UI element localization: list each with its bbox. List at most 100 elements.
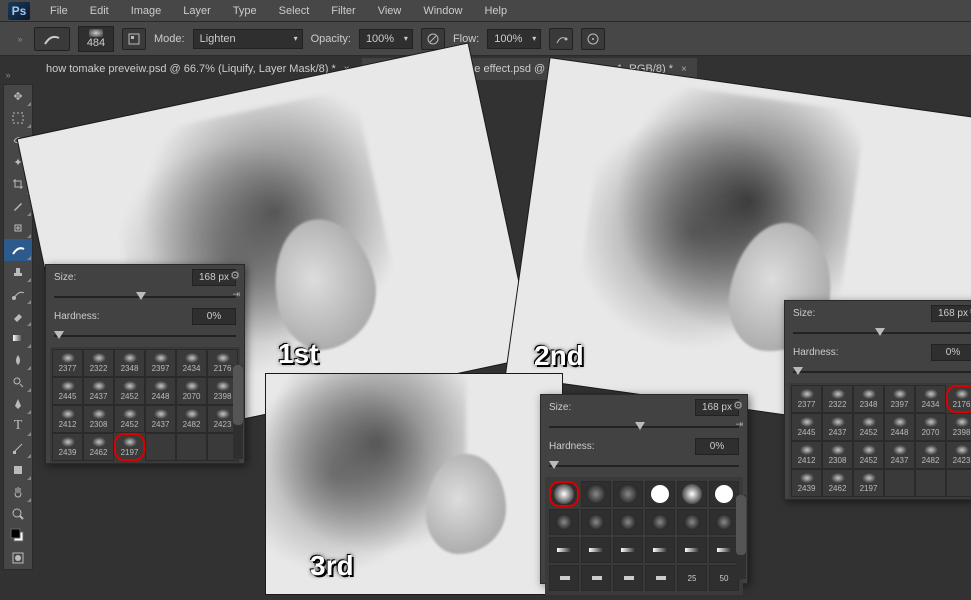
hardness-input[interactable]: 0% [695,438,739,455]
brush-preset-cell[interactable]: 2322 [822,385,853,413]
mode-dropdown[interactable]: Lighten [193,29,303,49]
dodge-tool[interactable] [4,371,32,393]
brush-preset-cell[interactable] [645,481,675,507]
brush-preset-cell[interactable]: 2412 [791,441,822,469]
brush-preset-cell[interactable] [677,509,707,535]
size-input[interactable]: 168 px [931,305,971,322]
brush-preset-cell[interactable]: 2448 [145,377,176,405]
color-swatch[interactable] [4,525,32,547]
opacity-dropdown[interactable]: 100% [359,29,413,49]
brush-preset-cell[interactable]: 2176 [946,385,971,413]
brush-preset-cell[interactable]: 2445 [791,413,822,441]
brush-preset-cell[interactable]: 2445 [52,377,83,405]
brush-preset-cell[interactable] [709,537,739,563]
brush-preset-cell[interactable]: 2482 [915,441,946,469]
size-slider[interactable] [549,420,739,434]
brush-preset-cell[interactable]: 2448 [884,413,915,441]
menu-edit[interactable]: Edit [80,2,119,20]
brush-preset-cell[interactable] [645,537,675,563]
brush-preset-cell[interactable] [549,537,579,563]
brush-preset-cell[interactable]: 2462 [822,469,853,497]
brush-preset-cell[interactable] [145,433,176,461]
healing-tool[interactable] [4,217,32,239]
brush-preset-cell[interactable]: 2197 [853,469,884,497]
brush-preset-cell[interactable]: 2348 [114,349,145,377]
brush-preset-cell[interactable] [709,509,739,535]
brush-preset-cell[interactable]: 2348 [853,385,884,413]
brush-preset-cell[interactable] [613,481,643,507]
menu-file[interactable]: File [40,2,78,20]
brush-preset-cell[interactable] [581,565,611,591]
hardness-slider[interactable] [549,459,739,473]
brush-preset-cell[interactable]: 2308 [83,405,114,433]
scrollbar[interactable] [233,365,243,459]
size-slider[interactable] [54,290,236,304]
brush-preset-cell[interactable]: 2439 [52,433,83,461]
brush-preset-cell[interactable] [677,481,707,507]
brush-preset-cell[interactable]: 2377 [791,385,822,413]
brush-preset-cell[interactable] [176,433,207,461]
brush-preset-cell[interactable]: 2452 [114,405,145,433]
zoom-tool[interactable] [4,503,32,525]
brush-preset-cell[interactable]: 2070 [915,413,946,441]
brush-preset-cell[interactable]: 2322 [83,349,114,377]
brush-preset-cell[interactable] [613,509,643,535]
type-tool[interactable]: T [4,415,32,437]
brush-preset-cell[interactable]: 2412 [52,405,83,433]
brush-preset-cell[interactable] [581,509,611,535]
collapse-icon[interactable]: » [14,24,26,54]
brush-preset-cell[interactable] [645,565,675,591]
brush-preset-cell[interactable] [709,481,739,507]
brush-preset-cell[interactable]: 25 [677,565,707,591]
airbrush-icon[interactable] [549,28,573,50]
menu-filter[interactable]: Filter [321,2,365,20]
gear-icon[interactable]: ⚙ [733,399,743,412]
brush-preset-cell[interactable]: 2482 [176,405,207,433]
brush-preset-cell[interactable]: 2308 [822,441,853,469]
brush-preset-cell[interactable]: 2439 [791,469,822,497]
brush-preset-cell[interactable]: 2377 [52,349,83,377]
brush-preset-cell[interactable]: 2423 [946,441,971,469]
menu-window[interactable]: Window [413,2,472,20]
brush-preset-cell[interactable] [549,509,579,535]
hand-tool[interactable] [4,481,32,503]
hardness-input[interactable]: 0% [192,308,236,325]
brush-preset-cell[interactable] [884,469,915,497]
brush-preset-cell[interactable] [645,509,675,535]
brush-preset-cell[interactable]: 2434 [915,385,946,413]
hardness-input[interactable]: 0% [931,344,971,361]
hardness-slider[interactable] [54,329,236,343]
eraser-tool[interactable] [4,305,32,327]
pressure-size-icon[interactable] [581,28,605,50]
brush-tool[interactable] [4,239,32,261]
brush-preset-picker[interactable]: 484 [78,26,114,52]
move-tool[interactable]: ✥ [4,85,32,107]
brush-preset-cell[interactable] [613,537,643,563]
quickmask-tool[interactable] [4,547,32,569]
eyedropper-tool[interactable] [4,195,32,217]
pen-tool[interactable] [4,393,32,415]
menu-image[interactable]: Image [121,2,172,20]
brush-preset-cell[interactable]: 2452 [853,413,884,441]
brush-preset-cell[interactable] [581,537,611,563]
path-tool[interactable] [4,437,32,459]
brush-preset-cell[interactable] [677,537,707,563]
marquee-tool[interactable] [4,107,32,129]
brush-preset-cell[interactable]: 2434 [176,349,207,377]
hardness-slider[interactable] [793,365,971,379]
gear-icon[interactable]: ⚙ [230,269,240,282]
brush-preset-cell[interactable]: 2070 [176,377,207,405]
gradient-tool[interactable] [4,327,32,349]
brush-preset-cell[interactable]: 2398 [946,413,971,441]
brush-preset-cell[interactable]: 50 [709,565,739,591]
brush-preset-cell[interactable]: 2437 [83,377,114,405]
menu-view[interactable]: View [368,2,412,20]
flow-dropdown[interactable]: 100% [487,29,541,49]
brush-preset-cell[interactable]: 2452 [114,377,145,405]
brush-preset-cell[interactable] [915,469,946,497]
shape-tool[interactable] [4,459,32,481]
brush-preset-cell[interactable] [581,481,611,507]
brush-preset-cell[interactable]: 2437 [822,413,853,441]
menu-select[interactable]: Select [269,2,320,20]
current-tool-icon[interactable] [34,27,70,51]
